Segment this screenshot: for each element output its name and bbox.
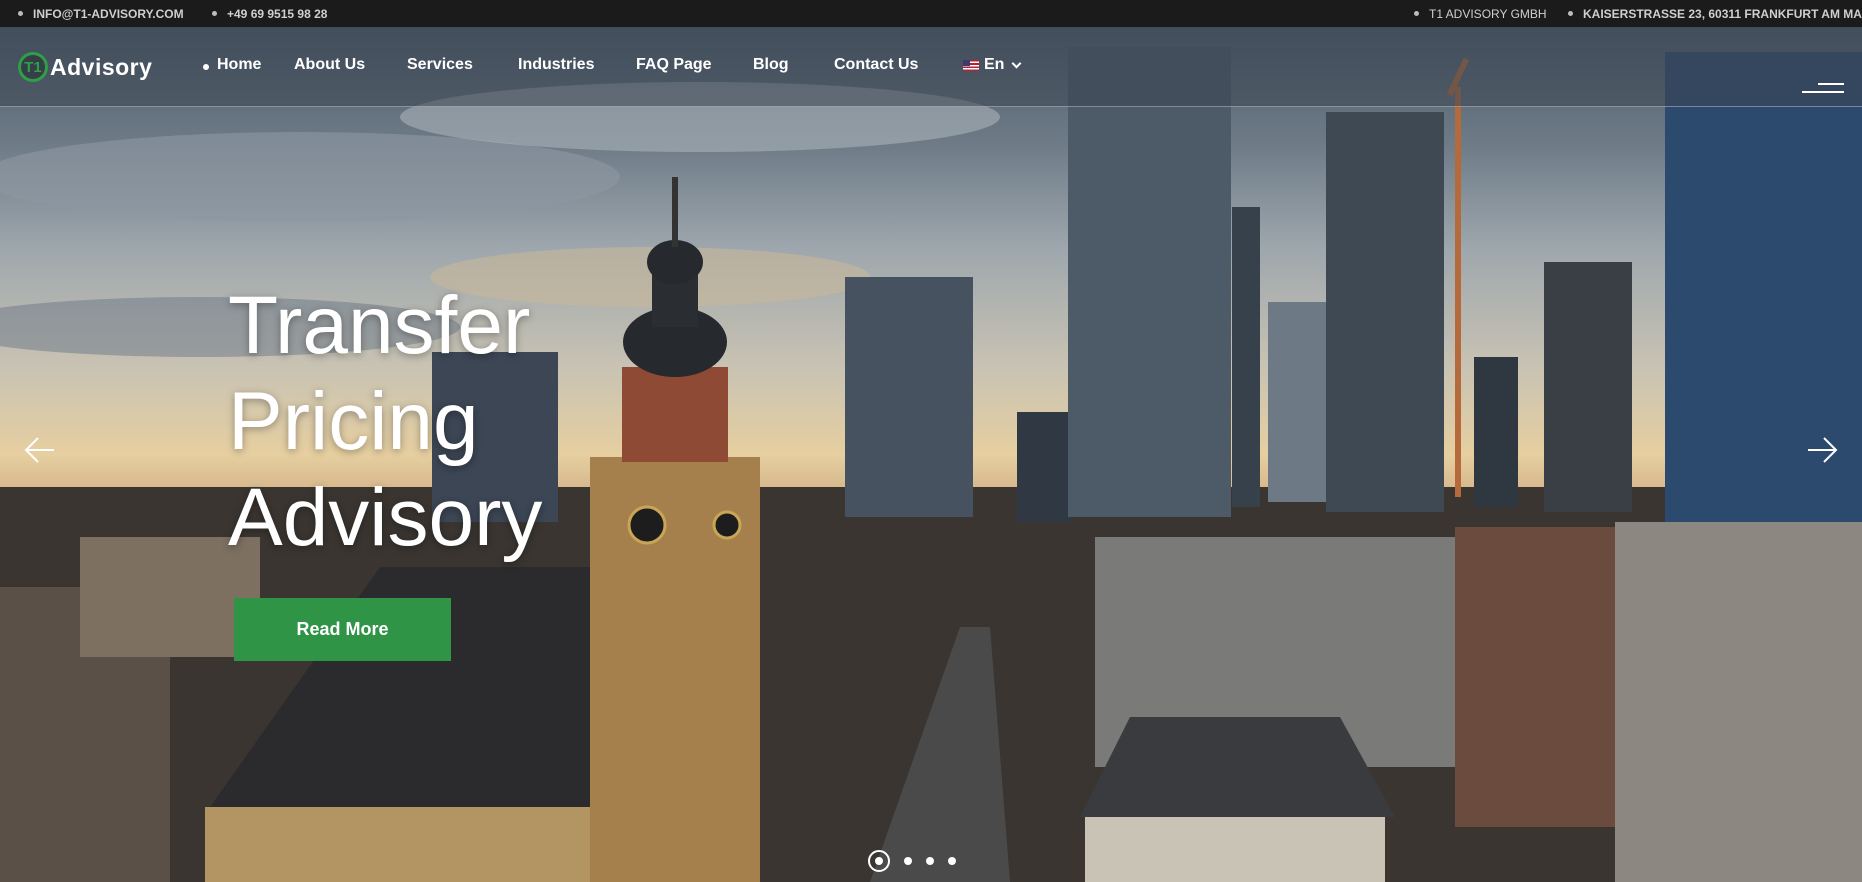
us-flag-icon: [963, 59, 979, 71]
logo-text: Advisory: [50, 53, 153, 80]
slider-dot-3[interactable]: [926, 857, 934, 865]
arrow-right-icon[interactable]: [1806, 435, 1840, 465]
hero-title-line: Pricing: [228, 376, 479, 467]
hamburger-line-icon: [1818, 83, 1844, 85]
site-logo[interactable]: T1 Advisory: [18, 49, 152, 85]
nav-link-services[interactable]: Services: [407, 56, 473, 74]
read-more-button[interactable]: Read More: [234, 598, 451, 661]
company-info: T1 ADVISORY GMBH: [1414, 0, 1547, 27]
language-label: En: [984, 56, 1005, 73]
bullet-icon: [1414, 11, 1419, 16]
address-text: KAISERSTRASSE 23, 60311 FRANKFURT AM MAI…: [1583, 6, 1862, 21]
active-indicator-dot: [203, 64, 209, 70]
hero-title-line: Transfer: [228, 280, 531, 371]
hero-title: Transfer Pricing Advisory: [228, 278, 648, 566]
arrow-left-icon[interactable]: [22, 435, 56, 465]
hamburger-line-icon: [1802, 91, 1844, 93]
logo-mark: T1: [18, 52, 48, 82]
chevron-down-icon: [1012, 58, 1022, 68]
nav-link-industries[interactable]: Industries: [518, 56, 594, 74]
phone-contact[interactable]: +49 69 9515 98 28: [212, 0, 327, 27]
language-selector[interactable]: En: [963, 56, 1022, 74]
slider-pagination: [868, 850, 956, 872]
top-info-bar: INFO@T1-ADVISORY.COM +49 69 9515 98 28 T…: [0, 0, 1862, 27]
slider-dot-1[interactable]: [868, 850, 890, 872]
email-text[interactable]: INFO@T1-ADVISORY.COM: [33, 7, 184, 21]
nav-link-about-us[interactable]: About Us: [294, 56, 365, 74]
address-info: KAISERSTRASSE 23, 60311 FRANKFURT AM MAI…: [1568, 0, 1862, 27]
menu-toggle-button[interactable]: [1802, 83, 1844, 101]
phone-text[interactable]: +49 69 9515 98 28: [227, 7, 327, 21]
email-contact[interactable]: INFO@T1-ADVISORY.COM: [18, 0, 184, 27]
slider-dot-4[interactable]: [948, 857, 956, 865]
company-text: T1 ADVISORY GMBH: [1429, 6, 1547, 21]
bullet-icon: [212, 11, 217, 16]
nav-link-contact-us[interactable]: Contact Us: [834, 56, 918, 74]
nav-link-blog[interactable]: Blog: [753, 56, 789, 74]
bullet-icon: [1568, 11, 1573, 16]
bullet-icon: [18, 11, 23, 16]
hero-title-line: Advisory: [228, 472, 543, 563]
nav-link-home[interactable]: Home: [217, 56, 261, 74]
nav-link-faq-page[interactable]: FAQ Page: [636, 56, 712, 74]
main-navigation: T1 Advisory Home About Us Services Indus…: [0, 27, 1862, 107]
slider-dot-2[interactable]: [904, 857, 912, 865]
